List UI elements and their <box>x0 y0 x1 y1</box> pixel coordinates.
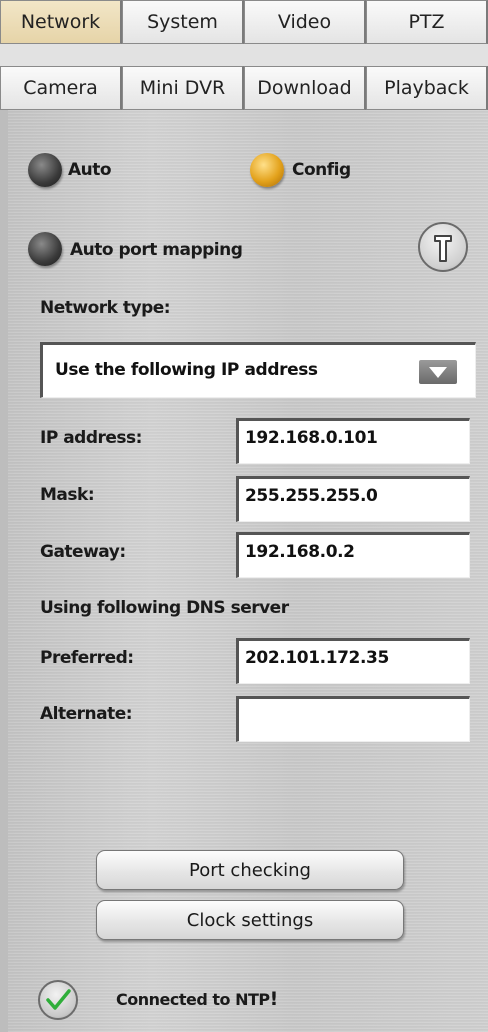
help-icon <box>434 235 452 262</box>
ntp-status-text: Connected to NTP! <box>116 988 278 1010</box>
tab-download[interactable]: Download <box>244 66 366 110</box>
dns-heading: Using following DNS server <box>40 598 289 618</box>
tab-network[interactable]: Network <box>0 0 122 44</box>
network-type-label: Network type: <box>40 298 171 318</box>
tab-camera[interactable]: Camera <box>0 66 122 110</box>
network-type-value: Use the following IP address <box>55 360 318 380</box>
preferred-dns-label: Preferred: <box>40 648 134 668</box>
tab-bar-secondary: Camera Mini DVR Download Playback <box>0 66 488 110</box>
alternate-dns-label: Alternate: <box>40 704 133 724</box>
alternate-dns-field[interactable] <box>236 696 470 742</box>
auto-port-mapping-radio[interactable] <box>28 232 62 266</box>
port-checking-button[interactable]: Port checking <box>96 850 404 890</box>
auto-port-mapping-label: Auto port mapping <box>70 240 243 260</box>
auto-label: Auto <box>68 160 112 180</box>
mask-field[interactable]: 255.255.255.0 <box>236 476 470 522</box>
tab-spacer <box>0 44 488 66</box>
tab-bar-primary: Network System Video PTZ <box>0 0 488 44</box>
ntp-status-mark: ! <box>269 988 279 1010</box>
ntp-status-message: Connected to NTP <box>116 990 270 1009</box>
preferred-dns-field[interactable]: 202.101.172.35 <box>236 638 470 684</box>
check-icon <box>46 989 71 1010</box>
ip-address-field[interactable]: 192.168.0.101 <box>236 418 470 464</box>
network-type-select[interactable]: Use the following IP address <box>40 342 476 398</box>
chevron-down-icon[interactable] <box>419 360 457 384</box>
ntp-status-indicator <box>38 980 78 1020</box>
gateway-label: Gateway: <box>40 542 126 562</box>
help-button[interactable] <box>418 222 468 272</box>
mask-label: Mask: <box>40 485 95 505</box>
config-radio[interactable] <box>250 153 284 187</box>
auto-radio[interactable] <box>28 153 62 187</box>
tab-system[interactable]: System <box>122 0 244 44</box>
clock-settings-button[interactable]: Clock settings <box>96 900 404 940</box>
tab-ptz[interactable]: PTZ <box>366 0 488 44</box>
ip-address-label: IP address: <box>40 428 142 448</box>
config-label: Config <box>292 160 351 180</box>
tab-video[interactable]: Video <box>244 0 366 44</box>
tab-playback[interactable]: Playback <box>366 66 488 110</box>
tab-mini-dvr[interactable]: Mini DVR <box>122 66 244 110</box>
gateway-field[interactable]: 192.168.0.2 <box>236 532 470 578</box>
